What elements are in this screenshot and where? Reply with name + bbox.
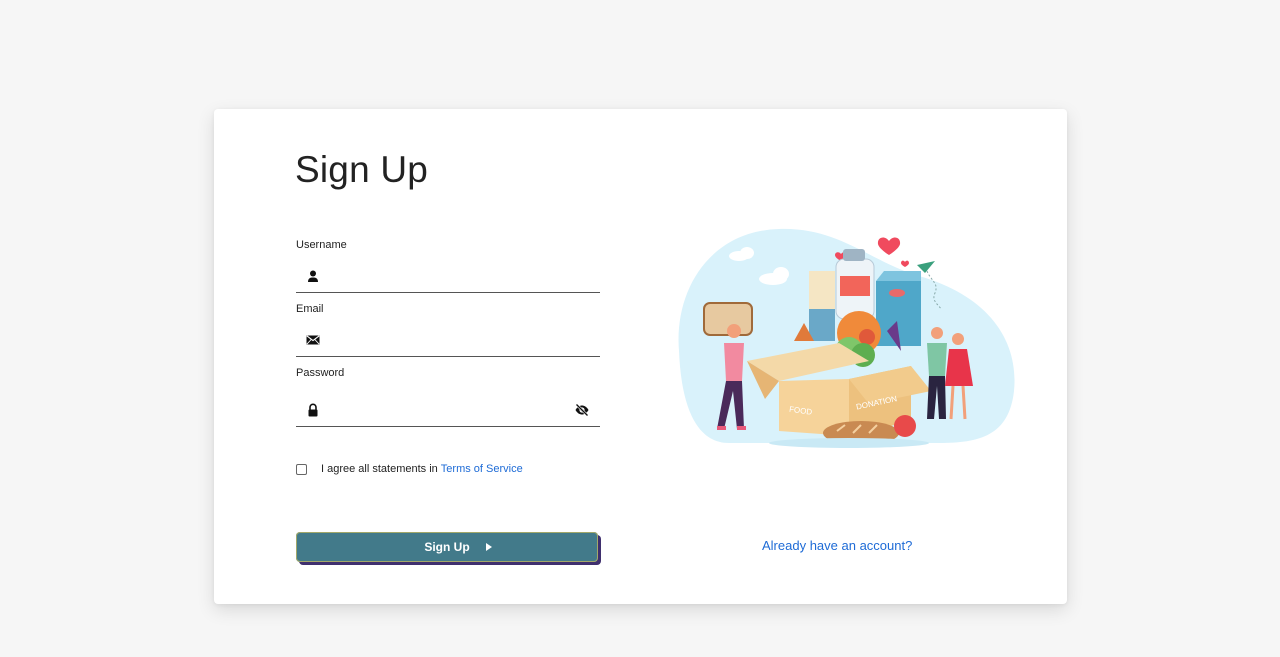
terms-agreement: I agree all statements in Terms of Servi… xyxy=(296,463,523,475)
terms-of-service-link[interactable]: Terms of Service xyxy=(441,463,523,475)
terms-checkbox[interactable] xyxy=(296,463,307,475)
username-input[interactable] xyxy=(332,263,564,288)
username-field xyxy=(296,259,600,293)
login-link[interactable]: Already have an account? xyxy=(762,538,912,553)
envelope-icon xyxy=(306,334,320,345)
password-label: Password xyxy=(296,367,345,379)
email-field xyxy=(296,323,600,357)
email-input[interactable] xyxy=(332,327,564,352)
password-input[interactable] xyxy=(332,397,564,422)
signup-card: Sign Up Username Email Password I agree … xyxy=(214,109,1067,604)
food-donation-illustration: FOOD DONATION xyxy=(678,228,1015,448)
signup-button[interactable]: Sign Up xyxy=(296,532,598,562)
email-label: Email xyxy=(296,303,324,315)
user-icon xyxy=(308,270,318,282)
agree-text: I agree all statements in xyxy=(321,463,438,475)
signup-button-label: Sign Up xyxy=(424,540,470,554)
lock-icon xyxy=(308,402,318,416)
username-label: Username xyxy=(296,239,347,251)
caret-right-icon xyxy=(486,543,492,551)
eye-slash-icon[interactable] xyxy=(574,402,590,418)
password-field xyxy=(296,393,600,427)
page-title: Sign Up xyxy=(295,149,429,190)
